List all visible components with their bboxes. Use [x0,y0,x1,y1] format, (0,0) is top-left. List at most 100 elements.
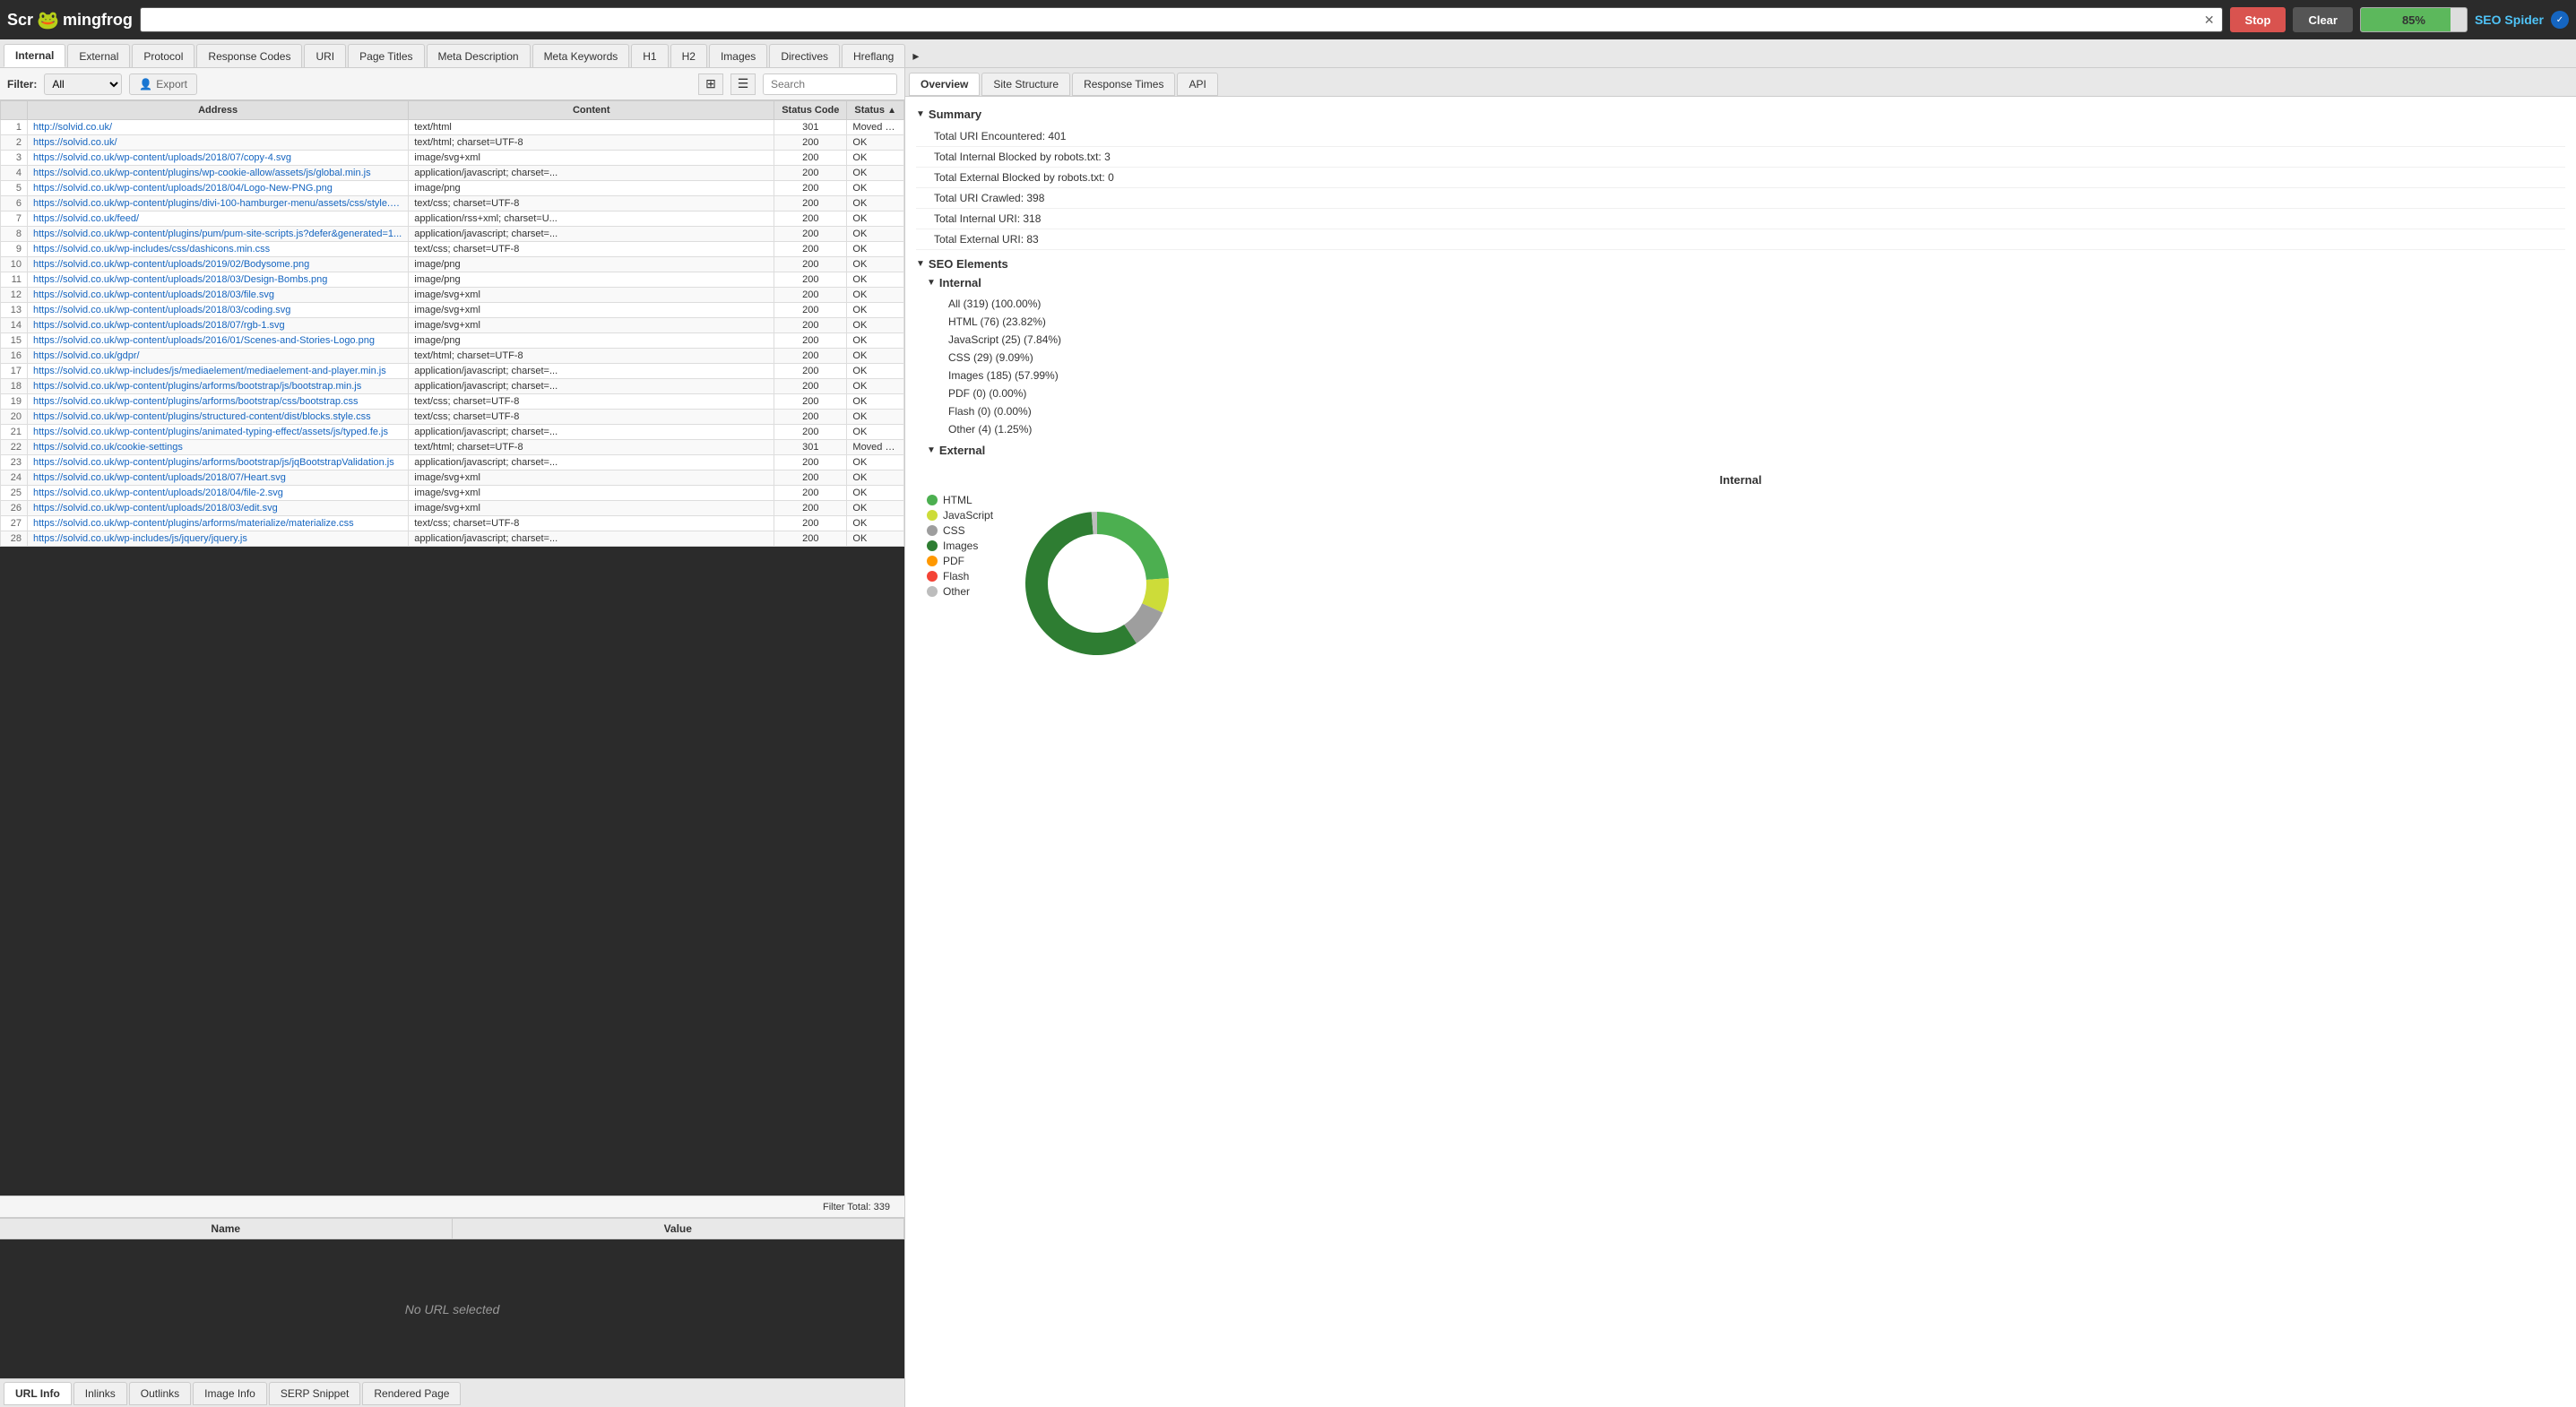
row-address: https://solvid.co.uk/wp-includes/js/jque… [28,531,409,547]
tree-item[interactable]: CSS (29) (9.09%) [927,349,2565,367]
table-row[interactable]: 16 https://solvid.co.uk/gdpr/ text/html;… [1,349,904,364]
view-grid-button[interactable]: ⊞ [698,73,723,95]
export-button[interactable]: 👤 Export [129,73,197,95]
tree-item[interactable]: JavaScript (25) (7.84%) [927,331,2565,349]
internal-header[interactable]: ▼ Internal [927,276,2565,289]
table-row[interactable]: 19 https://solvid.co.uk/wp-content/plugi… [1,394,904,410]
row-status-code: 200 [774,410,847,425]
table-row[interactable]: 25 https://solvid.co.uk/wp-content/uploa… [1,486,904,501]
tree-item[interactable]: HTML (76) (23.82%) [927,313,2565,331]
bottom-tab-url-info[interactable]: URL Info [4,1382,72,1405]
url-bar[interactable]: solvid.co.uk ✕ [140,7,2223,32]
main-tab-hreflang[interactable]: Hreflang [842,44,905,67]
tree-item[interactable]: Other (4) (1.25%) [927,420,2565,438]
tree-item[interactable]: PDF (0) (0.00%) [927,384,2565,402]
view-list-button[interactable]: ☰ [730,73,756,95]
row-content: image/svg+xml [409,501,774,516]
table-row[interactable]: 3 https://solvid.co.uk/wp-content/upload… [1,151,904,166]
tree-item[interactable]: All (319) (100.00%) [927,295,2565,313]
row-status: OK [847,318,904,333]
bottom-tab-serp-snippet[interactable]: SERP Snippet [269,1382,361,1405]
table-row[interactable]: 2 https://solvid.co.uk/ text/html; chars… [1,135,904,151]
row-address: https://solvid.co.uk/feed/ [28,211,409,227]
col-status[interactable]: Status ▲ [847,101,904,120]
main-tab-h1[interactable]: H1 [631,44,668,67]
bottom-tab-outlinks[interactable]: Outlinks [129,1382,191,1405]
data-table: Address Content Status Code Status ▲ 1 h… [0,100,904,547]
row-content: image/svg+xml [409,288,774,303]
table-row[interactable]: 24 https://solvid.co.uk/wp-content/uploa… [1,470,904,486]
table-row[interactable]: 21 https://solvid.co.uk/wp-content/plugi… [1,425,904,440]
table-row[interactable]: 10 https://solvid.co.uk/wp-content/uploa… [1,257,904,272]
bottom-tab-inlinks[interactable]: Inlinks [73,1382,127,1405]
bottom-detail: Name Value No URL selected [0,1217,904,1378]
col-address[interactable]: Address [28,101,409,120]
right-tab-site-structure[interactable]: Site Structure [981,73,1070,96]
table-row[interactable]: 22 https://solvid.co.uk/cookie-settings … [1,440,904,455]
external-section: ▼ External [916,444,2565,457]
table-row[interactable]: 23 https://solvid.co.uk/wp-content/plugi… [1,455,904,470]
search-input[interactable] [763,73,897,95]
col-content[interactable]: Content [409,101,774,120]
col-status-code[interactable]: Status Code [774,101,847,120]
legend-item: HTML [927,494,993,506]
table-row[interactable]: 26 https://solvid.co.uk/wp-content/uploa… [1,501,904,516]
stop-button[interactable]: Stop [2230,7,2286,32]
main-tab-uri[interactable]: URI [304,44,346,67]
table-row[interactable]: 9 https://solvid.co.uk/wp-includes/css/d… [1,242,904,257]
row-address: https://solvid.co.uk/wp-content/plugins/… [28,410,409,425]
table-row[interactable]: 20 https://solvid.co.uk/wp-content/plugi… [1,410,904,425]
row-status: Moved Permanently [847,120,904,135]
table-row[interactable]: 8 https://solvid.co.uk/wp-content/plugin… [1,227,904,242]
url-input[interactable]: solvid.co.uk [148,13,2204,27]
right-tab-overview[interactable]: Overview [909,73,980,96]
seo-elements-header[interactable]: ▼ SEO Elements [916,257,2565,271]
bottom-tab-rendered-page[interactable]: Rendered Page [362,1382,461,1405]
table-row[interactable]: 4 https://solvid.co.uk/wp-content/plugin… [1,166,904,181]
more-tabs-button[interactable]: ▸ [907,45,924,67]
table-row[interactable]: 27 https://solvid.co.uk/wp-content/plugi… [1,516,904,531]
table-row[interactable]: 6 https://solvid.co.uk/wp-content/plugin… [1,196,904,211]
summary-header[interactable]: ▼ Summary [916,108,2565,121]
main-tab-directives[interactable]: Directives [769,44,840,67]
row-content: application/javascript; charset=... [409,227,774,242]
filter-select[interactable]: AllHTMLJavaScriptCSSImagesPDF [44,73,122,95]
main-tab-protocol[interactable]: Protocol [132,44,194,67]
main-tab-response-codes[interactable]: Response Codes [196,44,302,67]
table-row[interactable]: 7 https://solvid.co.uk/feed/ application… [1,211,904,227]
tree-item[interactable]: Images (185) (57.99%) [927,367,2565,384]
clear-button[interactable]: Clear [2293,7,2353,32]
external-header[interactable]: ▼ External [927,444,2565,457]
main-tab-meta-keywords[interactable]: Meta Keywords [532,44,630,67]
right-tab-response-times[interactable]: Response Times [1072,73,1175,96]
main-tab-internal[interactable]: Internal [4,44,65,67]
table-row[interactable]: 13 https://solvid.co.uk/wp-content/uploa… [1,303,904,318]
table-row[interactable]: 17 https://solvid.co.uk/wp-includes/js/m… [1,364,904,379]
legend-item: Flash [927,570,993,583]
row-address: https://solvid.co.uk/wp-content/plugins/… [28,379,409,394]
summary-item: Total Internal Blocked by robots.txt: 3 [916,147,2565,168]
main-tab-meta-description[interactable]: Meta Description [427,44,531,67]
row-status: OK [847,333,904,349]
main-tab-h2[interactable]: H2 [670,44,707,67]
table-row[interactable]: 1 http://solvid.co.uk/ text/html 301 Mov… [1,120,904,135]
main-tab-external[interactable]: External [67,44,130,67]
table-row[interactable]: 15 https://solvid.co.uk/wp-content/uploa… [1,333,904,349]
table-row[interactable]: 28 https://solvid.co.uk/wp-includes/js/j… [1,531,904,547]
table-row[interactable]: 11 https://solvid.co.uk/wp-content/uploa… [1,272,904,288]
main-tab-images[interactable]: Images [709,44,767,67]
row-status-code: 200 [774,257,847,272]
table-row[interactable]: 14 https://solvid.co.uk/wp-content/uploa… [1,318,904,333]
tree-item[interactable]: Flash (0) (0.00%) [927,402,2565,420]
row-status: OK [847,181,904,196]
logo-text: Scr [7,11,33,30]
table-row[interactable]: 12 https://solvid.co.uk/wp-content/uploa… [1,288,904,303]
url-clear-icon[interactable]: ✕ [2204,13,2215,28]
table-row[interactable]: 18 https://solvid.co.uk/wp-content/plugi… [1,379,904,394]
table-scroll[interactable]: Address Content Status Code Status ▲ 1 h… [0,100,904,1196]
row-status: OK [847,151,904,166]
table-row[interactable]: 5 https://solvid.co.uk/wp-content/upload… [1,181,904,196]
bottom-tab-image-info[interactable]: Image Info [193,1382,267,1405]
main-tab-page-titles[interactable]: Page Titles [348,44,424,67]
right-tab-api[interactable]: API [1177,73,1217,96]
